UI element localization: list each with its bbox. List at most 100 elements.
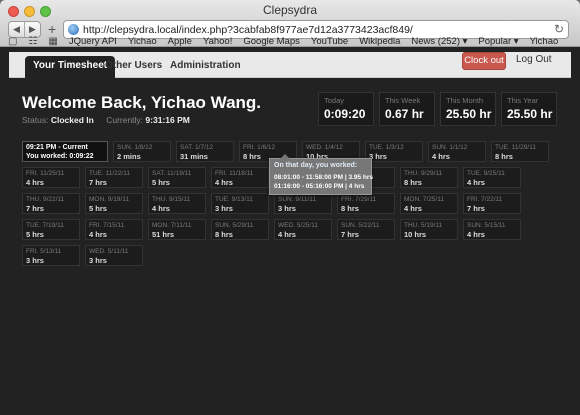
tab-other-users[interactable]: Other Users <box>97 56 170 78</box>
bookmark-yahoo[interactable]: Yahoo! <box>203 36 232 48</box>
day-cell[interactable]: THU. 5/19/11 10 hrs <box>400 219 458 240</box>
day-hours: 3 hrs <box>278 204 296 213</box>
day-date: TUE. 9/13/11 <box>215 196 253 203</box>
stats-panel: Today 0:09:20 This Week 0.67 hr This Mon… <box>318 92 557 126</box>
day-hours: 8 hrs <box>495 152 513 161</box>
day-date: MON. 7/25/11 <box>404 196 444 203</box>
day-date: SUN. 5/22/11 <box>341 222 380 229</box>
day-cell[interactable]: SUN. 9/11/11 3 hrs <box>274 193 332 214</box>
grid-icon[interactable]: ▦ <box>48 36 57 48</box>
bookmark-yichao-2[interactable]: Yichao <box>530 36 559 48</box>
day-cell[interactable]: SUN. 5/15/11 4 hrs <box>463 219 521 240</box>
forward-arrow-icon[interactable]: ▶ <box>25 22 40 37</box>
day-date: TUE. 11/29/11 <box>495 144 536 151</box>
status-label: Status: <box>22 115 49 125</box>
stat-this-week: This Week 0.67 hr <box>379 92 435 126</box>
day-cell[interactable]: SUN. 5/29/11 8 hrs <box>211 219 269 240</box>
day-cell[interactable]: TUE. 11/29/11 8 hrs <box>491 141 549 162</box>
day-date: FRI. 7/22/11 <box>467 196 503 203</box>
chevron-down-icon: ▾ <box>462 36 468 47</box>
day-date: FRI. 11/25/11 <box>26 170 65 177</box>
currently-value: 9:31:16 PM <box>145 115 190 125</box>
bookmark-wikipedia[interactable]: Wikipedia <box>359 36 400 48</box>
day-hours: 5 hrs <box>89 204 107 213</box>
timesheet-row: THU. 9/22/11 7 hrs MON. 9/19/11 5 hrs THU. 9… <box>22 193 567 214</box>
day-cell[interactable]: TUE. 7/19/11 5 hrs <box>22 219 80 240</box>
day-hours: 3 hrs <box>89 256 107 265</box>
day-date: THU. 9/29/11 <box>404 170 443 177</box>
stat-value: 25.50 hr <box>446 107 492 121</box>
day-cell[interactable]: FRI. 5/13/11 3 hrs <box>22 245 80 266</box>
bookmark-youtube[interactable]: YouTube <box>311 36 348 48</box>
day-cell[interactable]: SUN. 1/8/12 2 mins <box>113 141 171 162</box>
log-out-link[interactable]: Log Out <box>516 54 552 65</box>
day-date: THU. 5/19/11 <box>404 222 443 229</box>
bookmark-yichao[interactable]: Yichao <box>128 36 157 48</box>
stat-label: This Week <box>385 96 421 105</box>
day-date: TUE. 11/22/11 <box>89 170 130 177</box>
bookmark-apple[interactable]: Apple <box>168 36 192 48</box>
current-session-cell[interactable]: 09:21 PM - Current You worked: 0:09:22 <box>22 141 108 162</box>
clock-out-button[interactable]: Clock out <box>462 52 506 70</box>
day-cell[interactable]: SUN. 5/22/11 7 hrs <box>337 219 395 240</box>
day-date: THU. 9/22/11 <box>26 196 65 203</box>
day-cell[interactable]: MON. 7/25/11 4 hrs <box>400 193 458 214</box>
day-cell[interactable]: TUE. 11/22/11 7 hrs <box>85 167 143 188</box>
bookmarks-bar: ▢ ☷ ▦ JQuery API Yichao Apple Yahoo! Goo… <box>8 36 558 48</box>
day-hours: 3 hrs <box>369 152 387 161</box>
stat-today: Today 0:09:20 <box>318 92 374 126</box>
bookmark-jquery-api[interactable]: JQuery API <box>69 36 117 48</box>
day-cell[interactable]: SUN. 1/1/12 4 hrs <box>428 141 486 162</box>
day-cell[interactable]: SAT. 11/19/11 5 hrs <box>148 167 206 188</box>
day-date: MON. 9/19/11 <box>89 196 129 203</box>
day-hours: 8 hrs <box>215 230 233 239</box>
tab-administration[interactable]: Administration <box>162 56 249 78</box>
day-hours: 51 hrs <box>152 230 175 239</box>
site-nav: Your Timesheet Other Users Administratio… <box>9 52 571 78</box>
day-cell[interactable]: TUE. 9/25/11 4 hrs <box>463 167 521 188</box>
day-cell[interactable]: FRI. 7/29/11 8 hrs <box>337 193 395 214</box>
stat-label: Today <box>324 96 345 105</box>
day-cell[interactable]: TUE. 9/13/11 3 hrs <box>211 193 269 214</box>
day-hours: 4 hrs <box>215 178 233 187</box>
day-cell[interactable]: MON. 9/19/11 5 hrs <box>85 193 143 214</box>
day-cell[interactable]: WED. 5/25/11 4 hrs <box>274 219 332 240</box>
day-cell[interactable]: THU. 9/15/11 4 hrs <box>148 193 206 214</box>
back-arrow-icon[interactable]: ◀ <box>9 22 25 37</box>
day-hours: 7 hrs <box>467 204 485 213</box>
stat-label: This Month <box>446 96 484 105</box>
bookmark-news[interactable]: News (252) ▾ <box>411 36 467 48</box>
day-cell[interactable]: FRI. 11/18/11 4 hrs <box>211 167 269 188</box>
day-date: FRI. 1/6/12 <box>243 144 276 151</box>
reader-icon[interactable]: ▢ <box>8 36 17 48</box>
day-hours: 7 hrs <box>341 230 359 239</box>
day-cell[interactable]: TUE. 1/3/12 3 hrs <box>365 141 423 162</box>
url-text[interactable]: http://clepsydra.local/index.php?3cabfab… <box>83 24 413 36</box>
tooltip-title: On that day, you worked: <box>274 162 358 169</box>
add-bookmark-icon[interactable]: + <box>48 21 56 37</box>
day-date: SUN. 1/1/12 <box>432 144 468 151</box>
day-cell[interactable]: SAT. 1/7/12 31 mins <box>176 141 234 162</box>
current-session-worked: You worked: 0:09:22 <box>26 153 94 160</box>
chevron-down-icon: ▾ <box>513 36 519 47</box>
bookmark-popular[interactable]: Popular ▾ <box>478 36 518 48</box>
day-hours: 5 hrs <box>26 230 44 239</box>
bookmark-google-maps[interactable]: Google Maps <box>243 36 300 48</box>
reload-icon[interactable]: ↻ <box>554 22 564 36</box>
main-content: Welcome Back, Yichao Wang. Status: Clock… <box>9 79 571 415</box>
day-cell[interactable]: THU. 9/22/11 7 hrs <box>22 193 80 214</box>
page-title: Welcome Back, Yichao Wang. <box>22 93 262 112</box>
day-cell[interactable]: MON. 7/11/11 51 hrs <box>148 219 206 240</box>
day-hours: 8 hrs <box>341 204 359 213</box>
bookmarks-book-icon[interactable]: ☷ <box>28 36 37 48</box>
day-cell[interactable]: FRI. 11/25/11 4 hrs <box>22 167 80 188</box>
day-hours: 7 hrs <box>89 178 107 187</box>
day-cell[interactable]: FRI. 7/22/11 7 hrs <box>463 193 521 214</box>
timesheet-row: FRI. 5/13/11 3 hrs WED. 5/11/11 3 hrs <box>22 245 567 266</box>
day-cell[interactable]: WED. 5/11/11 3 hrs <box>85 245 143 266</box>
globe-icon <box>68 24 79 35</box>
day-cell[interactable]: THU. 9/29/11 8 hrs <box>400 167 458 188</box>
day-cell[interactable]: FRI. 7/15/11 4 hrs <box>85 219 143 240</box>
day-hours: 7 hrs <box>26 204 44 213</box>
day-hours: 4 hrs <box>26 178 44 187</box>
